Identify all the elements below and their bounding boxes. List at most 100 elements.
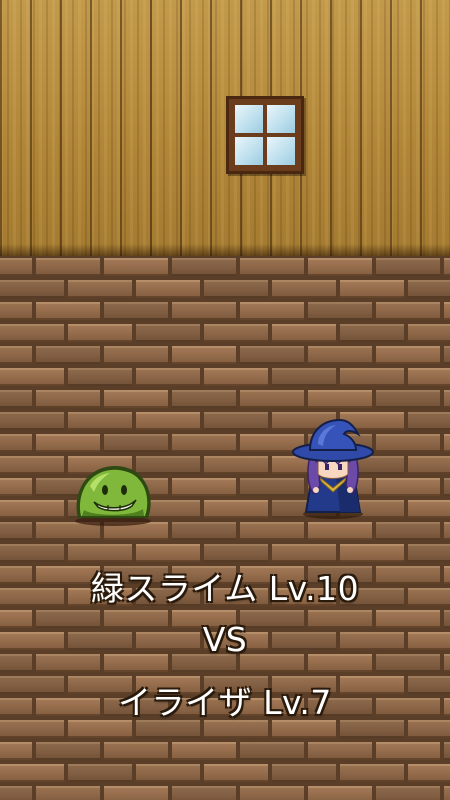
- hero-hat: [308, 418, 361, 451]
- floor-brick: [0, 412, 64, 430]
- floor-brick: [376, 390, 440, 408]
- floor-brick: [104, 258, 168, 276]
- floor-brick: [444, 478, 450, 496]
- floor-brick: [36, 786, 100, 800]
- floor-brick: [172, 522, 236, 540]
- floor-brick: [0, 346, 32, 364]
- floor-brick: [444, 434, 450, 452]
- floor-brick: [136, 544, 200, 562]
- floor-brick: [408, 280, 450, 298]
- enemy-name-label: 緑スライム Lv.10: [90, 569, 360, 608]
- floor-brick: [68, 280, 132, 298]
- floor-brick: [340, 764, 404, 782]
- floor-brick: [36, 390, 100, 408]
- floor-brick: [0, 390, 32, 408]
- floor-brick: [376, 434, 440, 452]
- floor-brick: [308, 522, 372, 540]
- floor-brick: [376, 478, 440, 496]
- floor-brick: [68, 412, 132, 430]
- window-pane: [235, 137, 263, 165]
- floor-brick: [204, 368, 268, 386]
- floor-brick: [0, 258, 32, 276]
- floor-brick: [272, 280, 336, 298]
- floor-brick: [172, 258, 236, 276]
- window-pane: [267, 105, 295, 133]
- hero-name-label: イライザ Lv.7: [118, 683, 332, 722]
- floor-brick: [36, 258, 100, 276]
- floor-brick: [104, 786, 168, 800]
- slime-right-eye: [121, 485, 127, 495]
- floor-brick: [136, 280, 200, 298]
- floor-brick: [68, 324, 132, 342]
- floor-brick: [0, 522, 32, 540]
- floor-brick: [444, 346, 450, 364]
- floor-brick: [136, 412, 200, 430]
- floor-brick: [204, 764, 268, 782]
- versus-label: VS: [202, 620, 248, 659]
- floor-brick: [104, 390, 168, 408]
- floor-brick: [376, 786, 440, 800]
- floor-brick: [204, 412, 268, 430]
- floor-brick: [204, 500, 268, 518]
- floor-brick: [444, 390, 450, 408]
- floor-brick: [240, 258, 304, 276]
- floor-brick: [408, 764, 450, 782]
- floor-brick: [444, 258, 450, 276]
- floor-brick: [408, 324, 450, 342]
- floor-brick: [0, 478, 32, 496]
- floor-brick: [0, 280, 64, 298]
- hero-left-eye: [325, 464, 329, 470]
- floor-brick: [408, 500, 450, 518]
- floor-brick: [272, 324, 336, 342]
- floor-brick: [172, 742, 236, 760]
- floor-brick: [172, 478, 236, 496]
- floor-brick: [68, 544, 132, 562]
- hero-right-eye: [338, 464, 342, 470]
- floor-brick: [204, 280, 268, 298]
- floor-brick: [340, 544, 404, 562]
- slime-left-eye: [102, 485, 108, 495]
- hero-eliza-sprite[interactable]: [288, 416, 378, 520]
- floor-brick: [272, 368, 336, 386]
- floor-brick: [408, 412, 450, 430]
- floor-brick: [0, 742, 32, 760]
- floor-brick: [68, 764, 132, 782]
- floor-brick: [36, 346, 100, 364]
- floor-brick: [172, 346, 236, 364]
- floor-brick: [0, 500, 64, 518]
- window-pane: [267, 137, 295, 165]
- floor-brick: [0, 368, 64, 386]
- floor-brick: [444, 302, 450, 320]
- battle-intro-screen[interactable]: 緑スライム Lv.10 VS イライザ Lv.7: [0, 0, 450, 800]
- floor-brick: [136, 368, 200, 386]
- floor-brick: [444, 742, 450, 760]
- floor-brick: [240, 786, 304, 800]
- floor-brick: [308, 302, 372, 320]
- floor-brick: [340, 324, 404, 342]
- floor-brick: [272, 764, 336, 782]
- green-slime-sprite[interactable]: [72, 460, 154, 526]
- floor-brick: [104, 302, 168, 320]
- floor-brick: [0, 786, 32, 800]
- floor-brick: [240, 522, 304, 540]
- floor-brick: [272, 544, 336, 562]
- floor-brick: [104, 742, 168, 760]
- floor-brick: [376, 742, 440, 760]
- floor-brick: [376, 302, 440, 320]
- floor-brick: [36, 742, 100, 760]
- floor-brick: [240, 742, 304, 760]
- floor-brick: [0, 544, 64, 562]
- hero-hand: [313, 487, 319, 493]
- floor-brick: [0, 324, 64, 342]
- floor-brick: [240, 302, 304, 320]
- floor-brick: [444, 786, 450, 800]
- floor-brick: [340, 368, 404, 386]
- floor-brick: [0, 302, 32, 320]
- floor-brick: [204, 324, 268, 342]
- floor-brick: [444, 522, 450, 540]
- floor-brick: [172, 302, 236, 320]
- floor-brick: [0, 434, 32, 452]
- floor-brick: [376, 346, 440, 364]
- hero-hand: [347, 487, 353, 493]
- floor-brick: [308, 786, 372, 800]
